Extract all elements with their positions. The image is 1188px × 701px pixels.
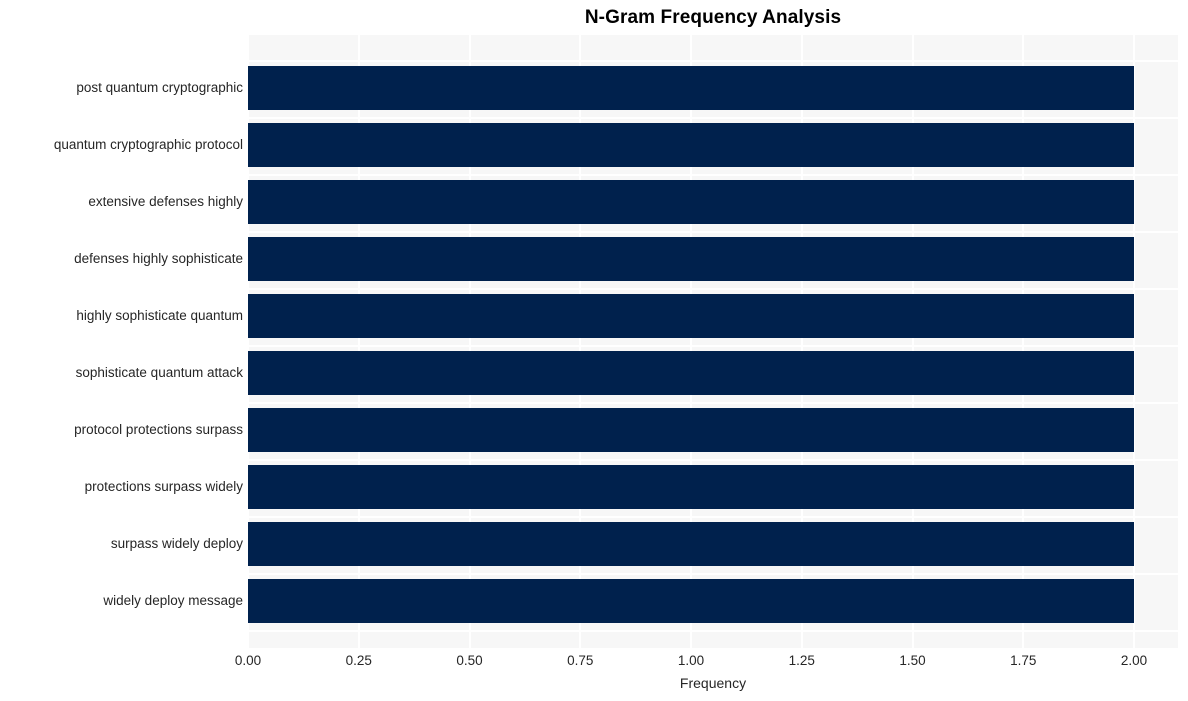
bar [248, 579, 1134, 623]
bar [248, 237, 1134, 281]
x-axis-tick-label: 1.75 [1010, 653, 1037, 668]
gridline-horizontal [248, 173, 1178, 176]
y-axis-tick-label: protections surpass widely [84, 479, 243, 494]
gridline-horizontal [248, 344, 1178, 347]
plot-area [248, 35, 1178, 648]
bar [248, 180, 1134, 224]
bar [248, 66, 1134, 110]
gridline-horizontal [248, 59, 1178, 62]
y-axis-tick-label: widely deploy message [103, 593, 243, 608]
x-axis-tick-label: 1.00 [677, 653, 705, 668]
x-axis-tick-label: 0.00 [234, 653, 262, 668]
y-axis-tick-label: quantum cryptographic protocol [53, 137, 243, 152]
x-axis-tick-label: 1.50 [899, 653, 926, 668]
y-axis-tick-label: defenses highly sophisticate [74, 251, 243, 266]
gridline-horizontal [248, 230, 1178, 233]
chart-figure: N-Gram Frequency Analysis post quantum c… [0, 0, 1188, 701]
gridline-horizontal [248, 572, 1178, 575]
gridline-horizontal [248, 515, 1178, 518]
bar [248, 294, 1134, 338]
gridline-horizontal [248, 401, 1178, 404]
x-axis-tick-label: 0.25 [345, 653, 372, 668]
y-axis-tick-label: post quantum cryptographic [76, 80, 243, 95]
x-axis-title: Frequency [679, 675, 747, 691]
y-axis-tick-label: surpass widely deploy [110, 536, 243, 551]
gridline-horizontal [248, 287, 1178, 290]
x-axis-tick-label: 1.25 [788, 653, 815, 668]
bar [248, 351, 1134, 395]
chart-title: N-Gram Frequency Analysis [584, 7, 842, 28]
y-axis-tick-label: protocol protections surpass [74, 422, 243, 437]
x-axis-tick-label: 0.50 [456, 653, 483, 668]
gridline-horizontal [248, 116, 1178, 119]
y-axis-tick-label: highly sophisticate quantum [76, 308, 243, 323]
bar [248, 522, 1134, 566]
y-axis-tick-label: extensive defenses highly [88, 194, 243, 209]
gridline-horizontal [248, 629, 1178, 632]
bar [248, 408, 1134, 452]
gridline-horizontal [248, 458, 1178, 461]
bar [248, 123, 1134, 167]
x-axis-tick-label: 2.00 [1120, 653, 1148, 668]
y-axis-tick-label: sophisticate quantum attack [75, 365, 243, 380]
x-axis-tick-label: 0.75 [567, 653, 594, 668]
bar [248, 465, 1134, 509]
